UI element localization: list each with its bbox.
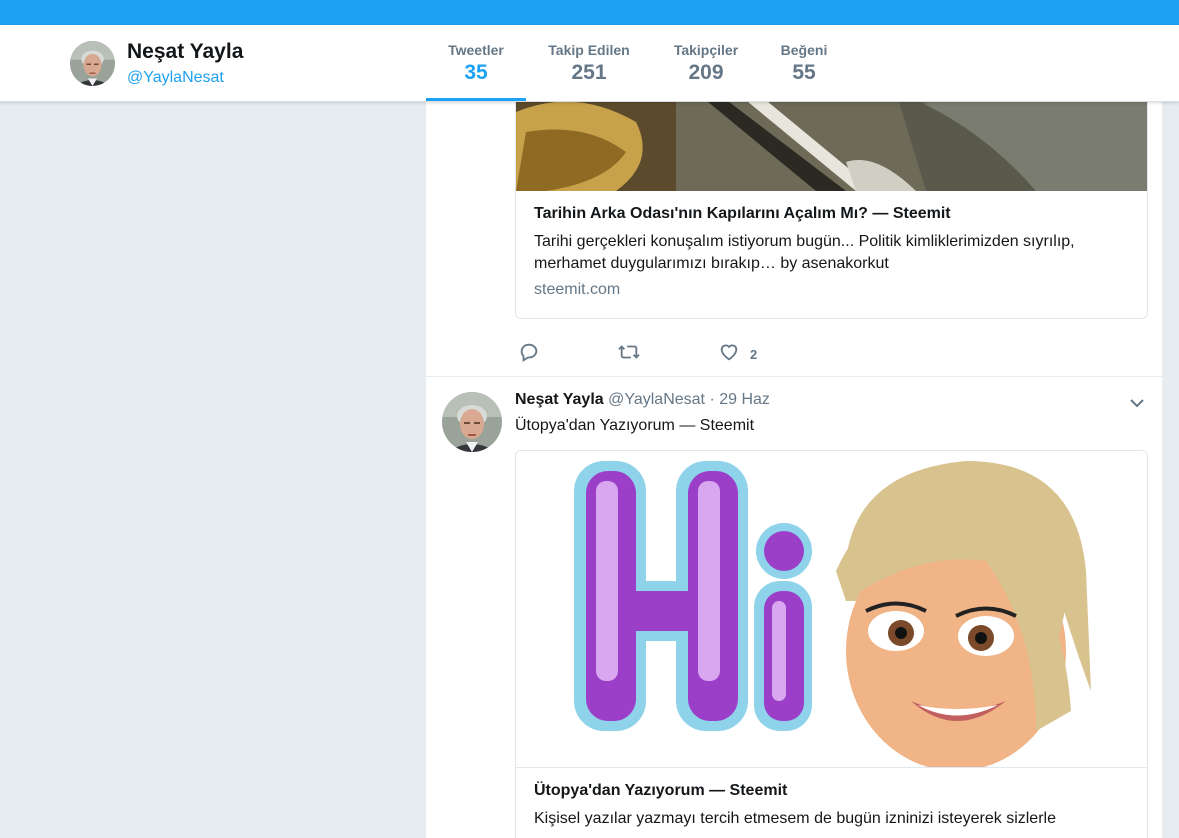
- tweet-menu-button[interactable]: [1128, 395, 1146, 411]
- tweet-text: Ütopya'dan Yazıyorum — Steemit: [515, 417, 755, 434]
- stat-following[interactable]: Takip Edilen 251: [534, 25, 644, 101]
- like-button[interactable]: 2: [718, 341, 757, 368]
- tweet-author-name[interactable]: Neşat Yayla: [515, 391, 604, 408]
- link-card-domain: steemit.com: [534, 281, 621, 298]
- link-card-2-title: Ütopya'dan Yazıyorum — Steemit: [534, 782, 788, 799]
- stat-tweets[interactable]: Tweetler 35: [426, 25, 526, 101]
- profile-handle[interactable]: @YaylaNesat: [127, 69, 224, 87]
- profile-name[interactable]: Neşat Yayla: [127, 40, 243, 64]
- link-card-title: Tarihin Arka Odası'nın Kapılarını Açalım…: [534, 205, 951, 222]
- link-card-2-image: [516, 451, 1147, 768]
- profile-avatar[interactable]: [70, 41, 115, 86]
- stat-likes-value: 55: [792, 61, 816, 84]
- tweet-meta-separator: ·: [709, 391, 715, 408]
- top-navigation-bar: [0, 0, 1179, 25]
- tweet-date[interactable]: 29 Haz: [719, 391, 770, 408]
- stat-tweets-value: 35: [464, 61, 488, 84]
- reply-icon: [518, 341, 540, 368]
- tweet-header: Neşat Yayla @YaylaNesat · 29 Haz: [515, 391, 770, 409]
- link-card-description-line-2: merhamet duygularımızı bırakıp… by asena…: [534, 255, 889, 272]
- tweet-divider: [426, 376, 1162, 377]
- chevron-down-icon: [1128, 398, 1146, 415]
- stat-following-value: 251: [571, 61, 607, 84]
- heart-icon: [718, 341, 740, 368]
- reply-button[interactable]: [518, 341, 540, 368]
- link-card-description-line-1: Tarihi gerçekleri konuşalım istiyorum bu…: [534, 233, 1075, 250]
- stat-followers-label: Takipçiler: [673, 42, 739, 58]
- retweet-button[interactable]: [617, 341, 641, 368]
- link-card-image: [516, 101, 1147, 191]
- profile-header-bar: Neşat Yayla @YaylaNesat Tweetler 35 Taki…: [0, 25, 1179, 102]
- like-count: 2: [750, 347, 758, 362]
- stat-likes[interactable]: Beğeni 55: [768, 25, 840, 101]
- tweet-author-handle[interactable]: @YaylaNesat: [608, 391, 705, 408]
- stat-followers-value: 209: [688, 61, 724, 84]
- tweet-timeline: Tarihin Arka Odası'nın Kapılarını Açalım…: [426, 101, 1162, 838]
- link-card-2-description-line-1: Kişisel yazılar yazmayı tercih etmesem d…: [534, 810, 1056, 827]
- stat-following-label: Takip Edilen: [548, 42, 630, 58]
- link-card-2[interactable]: Ütopya'dan Yazıyorum — Steemit Kişisel y…: [515, 450, 1148, 838]
- link-card[interactable]: Tarihin Arka Odası'nın Kapılarını Açalım…: [515, 101, 1148, 319]
- stat-followers[interactable]: Takipçiler 209: [660, 25, 752, 101]
- tweet-author-avatar[interactable]: [442, 392, 502, 452]
- stat-likes-label: Beğeni: [780, 42, 828, 58]
- tweet-actions: 2: [515, 341, 815, 365]
- stat-tweets-label: Tweetler: [448, 42, 504, 58]
- retweet-icon: [617, 341, 641, 368]
